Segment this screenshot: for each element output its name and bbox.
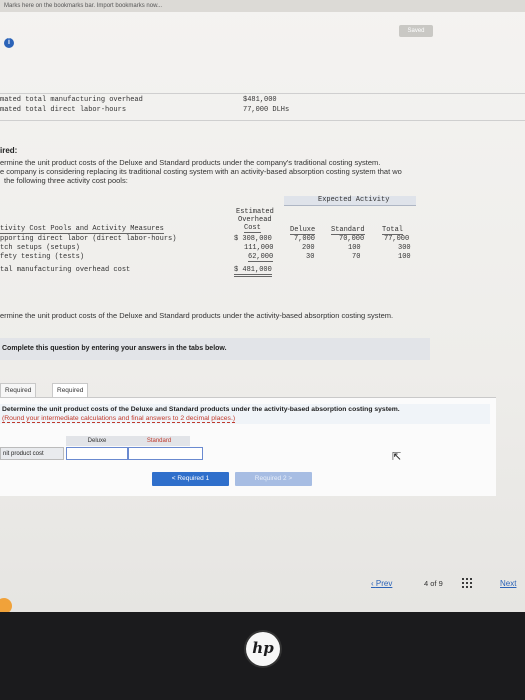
- prev-label: Prev: [375, 579, 393, 588]
- instructions-bar: Complete this question by entering your …: [0, 338, 430, 360]
- orange-indicator-icon: [0, 598, 12, 612]
- panel-rounding-note: (Round your intermediate calculations an…: [2, 415, 236, 423]
- pools-header: tivity Cost Pools and Activity Measures: [0, 225, 164, 234]
- given-data-section: mated total manufacturing overhead $481,…: [0, 93, 525, 121]
- table-row-total: 300: [398, 244, 411, 252]
- total-overhead-value: $ 481,000: [234, 266, 272, 277]
- panel-prompt: Determine the unit product costs of the …: [2, 406, 400, 413]
- deluxe-unit-cost-input[interactable]: [66, 447, 128, 460]
- col-header-total: Total: [382, 226, 404, 235]
- next-page-button[interactable]: Next: [500, 579, 516, 588]
- activity-cost-pool-table: Expected Activity Estimated Overhead Cos…: [0, 196, 420, 286]
- answer-col-deluxe: Deluxe: [66, 436, 128, 446]
- table-row-deluxe: 30: [306, 253, 315, 261]
- question-text: ermine the unit product costs of the Del…: [0, 311, 394, 320]
- expected-activity-header: Expected Activity: [318, 196, 390, 204]
- col-header-deluxe: Deluxe: [290, 226, 316, 235]
- page-of: of: [430, 579, 437, 588]
- table-row-deluxe: 7,000: [294, 235, 316, 243]
- col-header-cost: Cost: [244, 224, 261, 233]
- table-row-standard: 70: [352, 253, 361, 261]
- table-row-label: pporting direct labor (direct labor-hour…: [0, 235, 177, 243]
- overhead-label: mated total manufacturing overhead: [0, 96, 143, 104]
- required-line-2: e company is considering replacing its t…: [0, 167, 402, 176]
- next-required-button[interactable]: Required 2 >: [235, 472, 312, 486]
- page-total: 9: [438, 579, 443, 588]
- table-row-deluxe: 200: [302, 244, 315, 252]
- standard-unit-cost-input[interactable]: [128, 447, 203, 460]
- labor-value: 77,000 DLHs: [243, 106, 290, 114]
- bookmarks-bar: Marks here on the bookmarks bar. Import …: [0, 0, 525, 12]
- browser-screen: Marks here on the bookmarks bar. Import …: [0, 0, 525, 612]
- total-overhead-label: tal manufacturing overhead cost: [0, 266, 131, 274]
- tab-required-1[interactable]: Required 1: [0, 383, 37, 407]
- import-bookmarks-link[interactable]: Import bookmarks now...: [97, 3, 162, 9]
- table-row-label: fety testing (tests): [0, 253, 85, 261]
- table-row-total: 77,000: [384, 235, 410, 243]
- col-header-overhead: Overhead: [238, 216, 272, 224]
- instructions-text: Complete this question by entering your …: [2, 345, 227, 352]
- table-row-total: 100: [398, 253, 411, 261]
- prev-required-button[interactable]: < Required 1: [152, 472, 229, 486]
- table-row-standard: 100: [348, 244, 361, 252]
- required-line-3: the following three activity cost pools:: [4, 176, 128, 185]
- answer-col-standard: Standard: [128, 436, 190, 446]
- page-counter: 4 of 9: [424, 579, 443, 588]
- bookmarks-bar-text: Marks here on the bookmarks bar.: [4, 3, 96, 9]
- saved-status-badge: Saved: [399, 25, 433, 37]
- page-current: 4: [424, 579, 429, 588]
- table-row-standard: 70,000: [339, 235, 365, 243]
- mouse-cursor-icon: ⇱: [392, 451, 402, 463]
- table-row-cost: 62,000: [248, 253, 274, 262]
- grid-icon[interactable]: [462, 578, 472, 588]
- info-icon[interactable]: i: [4, 38, 14, 48]
- panel-prompt-box: Determine the unit product costs of the …: [0, 404, 490, 424]
- tab-required-2[interactable]: Required 2: [52, 383, 89, 407]
- required-heading: ired:: [0, 146, 18, 155]
- labor-label: mated total direct labor-hours: [0, 106, 127, 114]
- table-row-label: tch setups (setups): [0, 244, 80, 252]
- table-row-cost: $ 308,000: [234, 235, 272, 243]
- table-row-cost: 111,000: [244, 244, 274, 252]
- overhead-value: $481,000: [243, 96, 277, 104]
- prev-page-button[interactable]: ‹ Prev: [371, 579, 392, 588]
- col-header-standard: Standard: [331, 226, 365, 235]
- hp-logo: hp: [246, 632, 280, 666]
- hp-logo-text: hp: [252, 639, 274, 657]
- required-line-1: ermine the unit product costs of the Del…: [0, 158, 381, 167]
- unit-product-cost-label: nit product cost: [0, 447, 64, 460]
- col-header-estimated: Estimated: [236, 208, 274, 216]
